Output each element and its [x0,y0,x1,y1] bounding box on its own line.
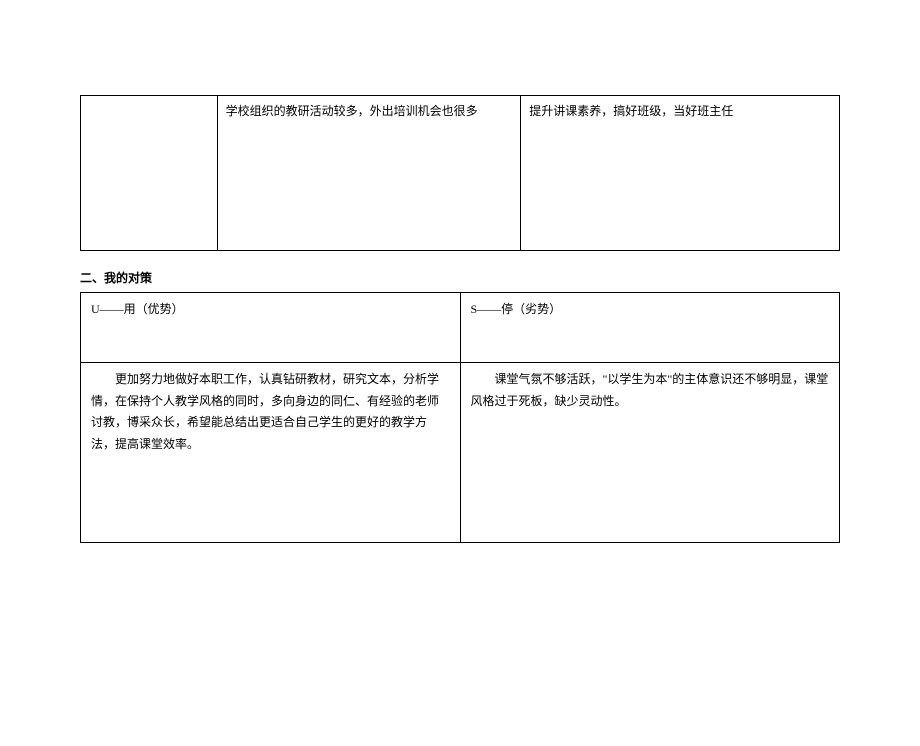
table-strategy: U——用（优势） S——停（劣势） 更加努力地做好本职工作，认真钻研教材，研究文… [80,292,840,543]
header-stop-weakness: S——停（劣势） [460,293,840,363]
table-cell-goal: 提升讲课素养，搞好班级，当好班主任 [521,96,840,251]
table-top: 学校组织的教研活动较多，外出培训机会也很多 提升讲课素养，搞好班级，当好班主任 [80,95,840,251]
table-row: 学校组织的教研活动较多，外出培训机会也很多 提升讲课素养，搞好班级，当好班主任 [81,96,840,251]
content-use-strength: 更加努力地做好本职工作，认真钻研教材，研究文本，分析学情，在保持个人教学风格的同… [81,363,461,543]
content-stop-weakness: 课堂气氛不够活跃，"以学生为本"的主体意识还不够明显，课堂风格过于死板，缺少灵动… [460,363,840,543]
section-heading: 二、我的对策 [80,269,840,286]
header-use-strength: U——用（优势） [81,293,461,363]
table-cell-empty [81,96,218,251]
content-text: 更加努力地做好本职工作，认真钻研教材，研究文本，分析学情，在保持个人教学风格的同… [91,369,450,455]
table-row: U——用（优势） S——停（劣势） [81,293,840,363]
content-text: 课堂气氛不够活跃，"以学生为本"的主体意识还不够明显，课堂风格过于死板，缺少灵动… [471,369,830,412]
table-row: 更加努力地做好本职工作，认真钻研教材，研究文本，分析学情，在保持个人教学风格的同… [81,363,840,543]
table-cell-opportunity: 学校组织的教研活动较多，外出培训机会也很多 [217,96,521,251]
document-page: 学校组织的教研活动较多，外出培训机会也很多 提升讲课素养，搞好班级，当好班主任 … [0,95,920,573]
